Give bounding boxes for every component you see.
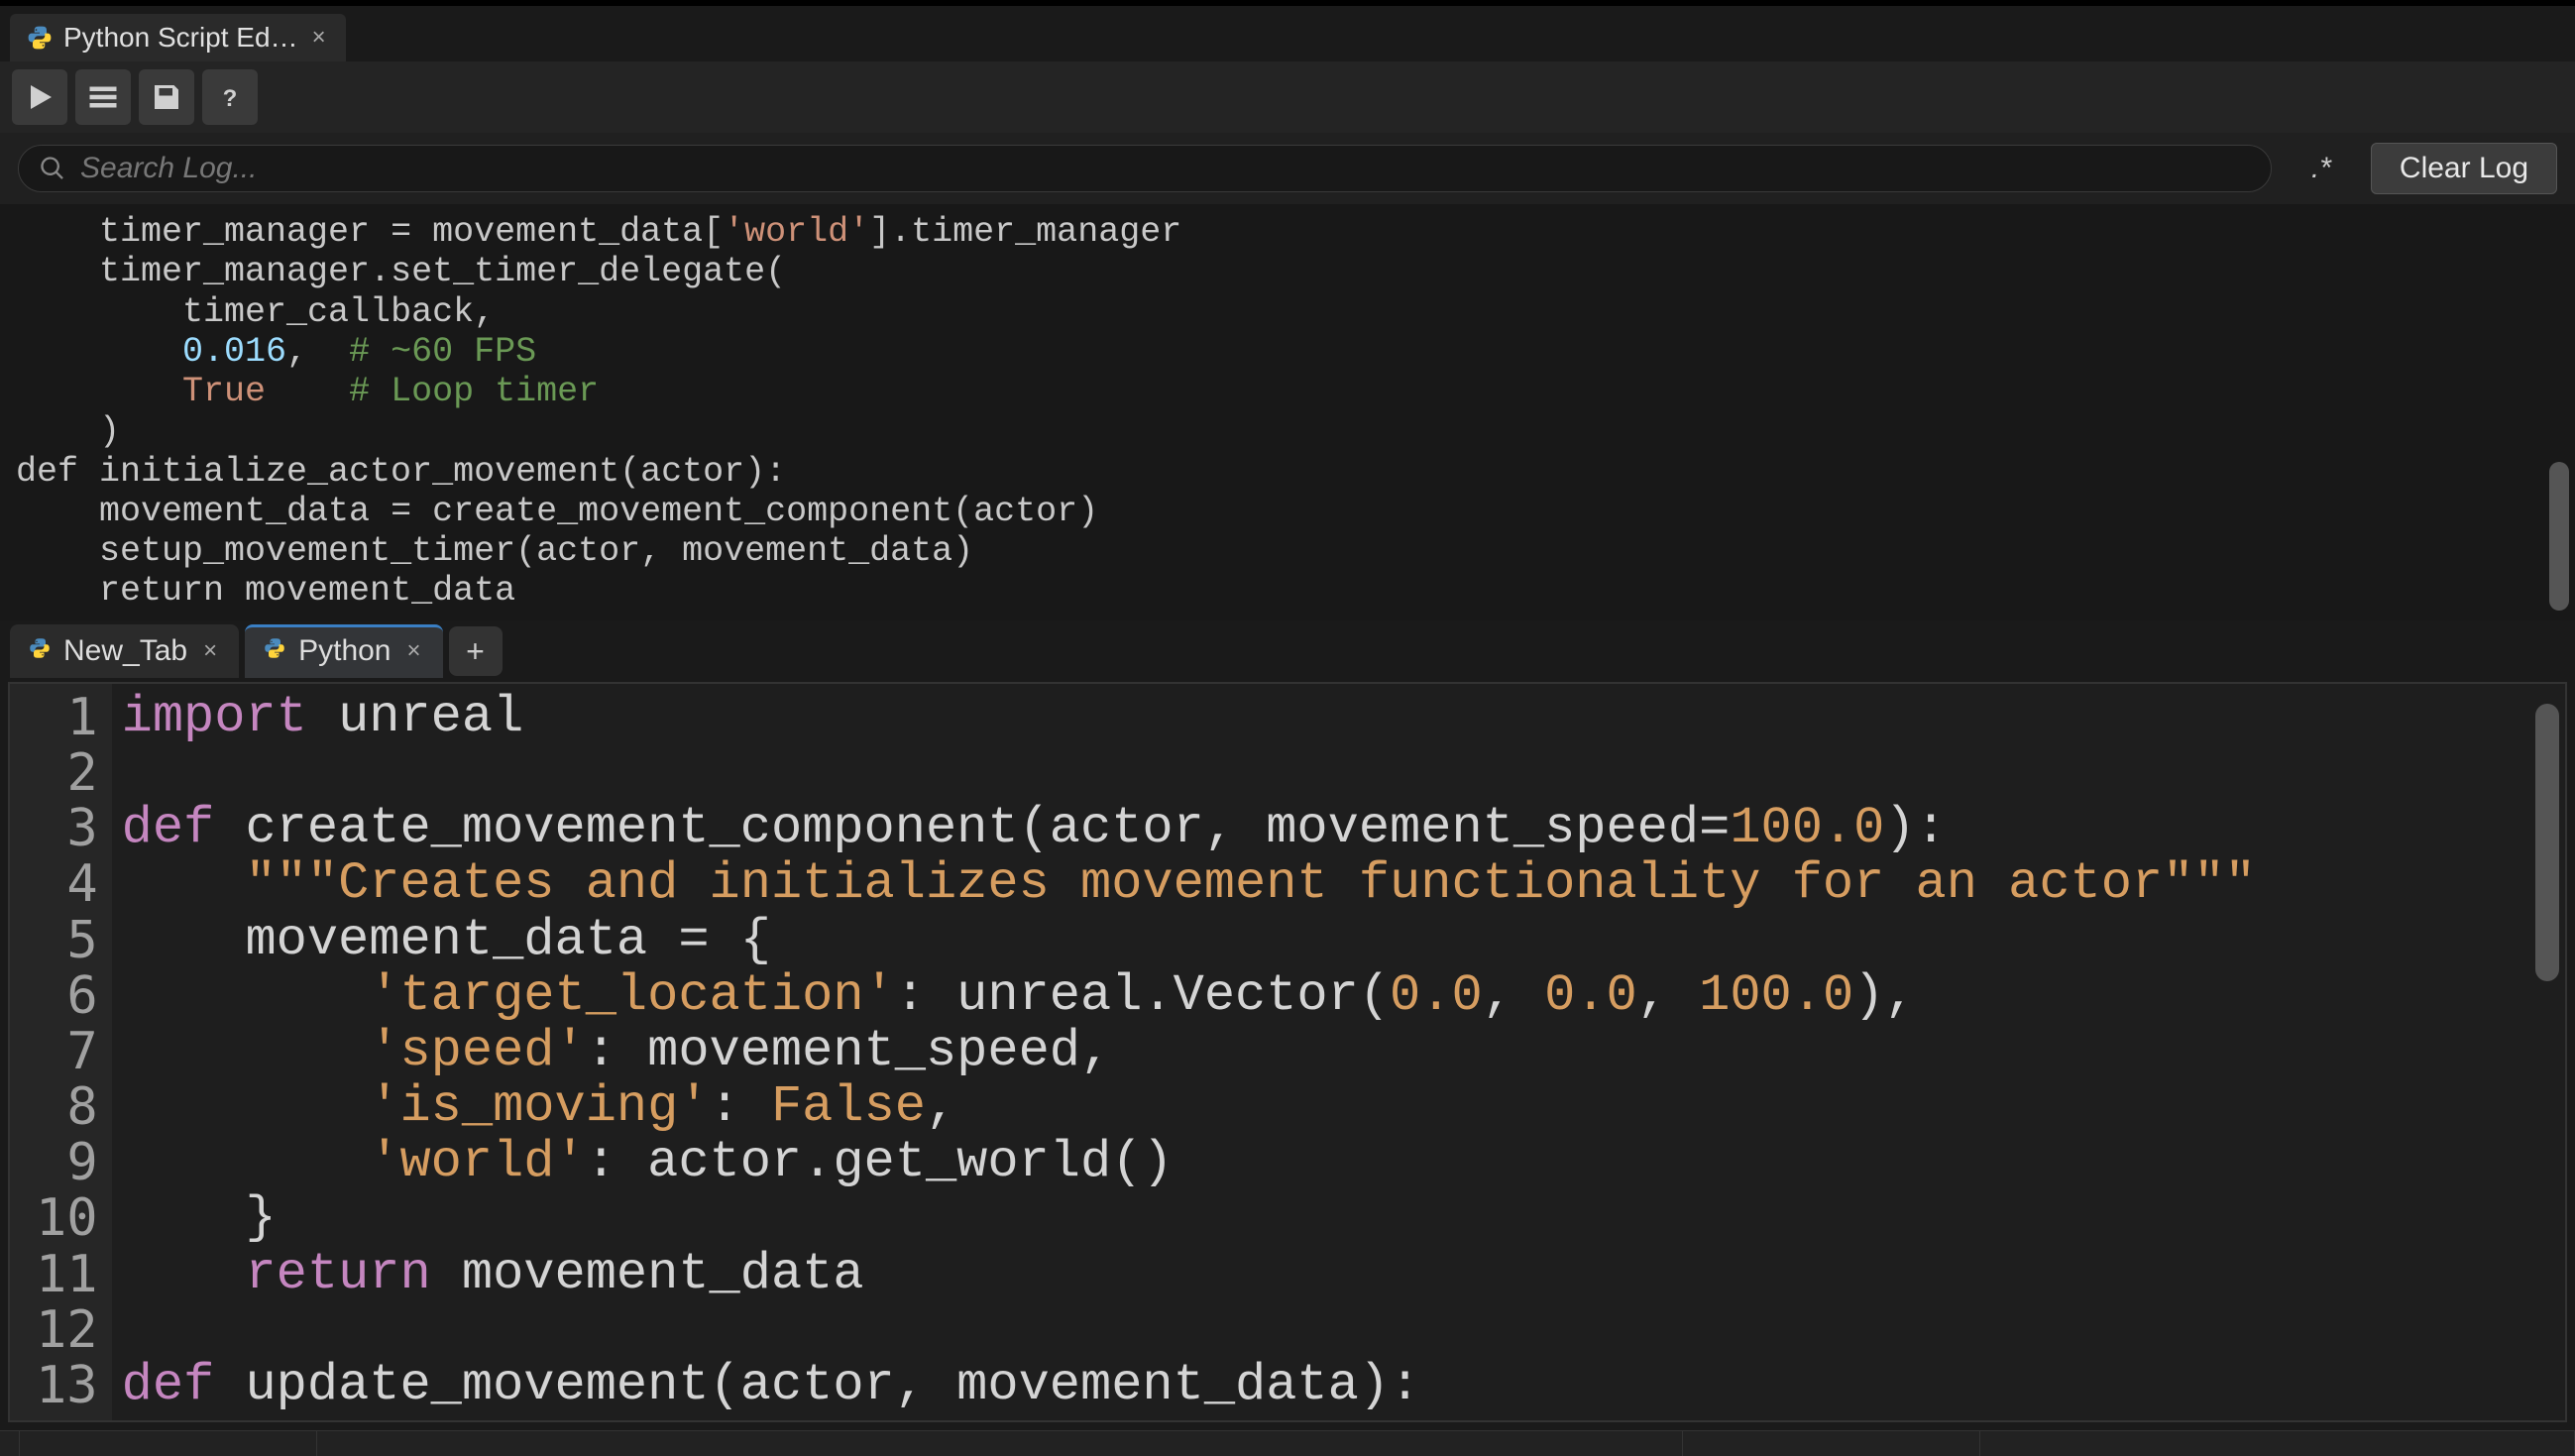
tab-label: New_Tab bbox=[63, 634, 187, 668]
python-icon bbox=[28, 634, 52, 668]
add-tab-button[interactable]: + bbox=[449, 626, 503, 676]
list-button[interactable] bbox=[75, 69, 131, 125]
save-icon bbox=[149, 79, 184, 115]
code-editor[interactable]: 12345678910111213 import unreal def crea… bbox=[8, 682, 2567, 1422]
python-icon bbox=[263, 634, 286, 668]
search-wrap[interactable] bbox=[18, 145, 2272, 192]
line-gutter: 12345678910111213 bbox=[10, 684, 112, 1420]
toolbar: ? bbox=[0, 61, 2575, 133]
tab-label: Python bbox=[298, 634, 391, 668]
editor-tab-python[interactable]: Python × bbox=[245, 624, 442, 678]
close-icon[interactable]: × bbox=[403, 637, 425, 665]
regex-toggle[interactable]: .* bbox=[2292, 152, 2351, 185]
status-cell bbox=[20, 1431, 317, 1456]
svg-text:?: ? bbox=[223, 85, 238, 112]
help-button[interactable]: ? bbox=[202, 69, 258, 125]
code-content[interactable]: import unreal def create_movement_compon… bbox=[112, 684, 2565, 1420]
search-row: .* Clear Log bbox=[0, 133, 2575, 204]
status-cell bbox=[1683, 1431, 1980, 1456]
title-tab-label: Python Script Ed… bbox=[63, 22, 298, 54]
log-scrollbar[interactable] bbox=[2549, 462, 2569, 611]
log-content: timer_manager = movement_data['world'].t… bbox=[0, 204, 2575, 619]
clear-log-button[interactable]: Clear Log bbox=[2371, 143, 2557, 194]
title-tab-bar: Python Script Ed… × bbox=[0, 0, 2575, 61]
log-area[interactable]: timer_manager = movement_data['world'].t… bbox=[0, 204, 2575, 620]
close-icon[interactable]: × bbox=[308, 24, 330, 52]
search-input[interactable] bbox=[80, 152, 2251, 185]
status-cell bbox=[0, 1431, 20, 1456]
python-script-editor-window: Python Script Ed… × ? .* Clear Log timer… bbox=[0, 0, 2575, 1456]
status-cell bbox=[317, 1431, 1683, 1456]
editor-tab-new_tab[interactable]: New_Tab × bbox=[10, 624, 239, 678]
run-button[interactable] bbox=[12, 69, 67, 125]
play-icon bbox=[22, 79, 57, 115]
python-icon bbox=[26, 24, 54, 52]
editor-tab-bar: New_Tab × Python × + bbox=[0, 620, 2575, 678]
close-icon[interactable]: × bbox=[199, 637, 221, 665]
save-button[interactable] bbox=[139, 69, 194, 125]
status-cell bbox=[1980, 1431, 2575, 1456]
status-bar bbox=[0, 1430, 2575, 1456]
editor-scrollbar[interactable] bbox=[2535, 704, 2559, 981]
title-tab[interactable]: Python Script Ed… × bbox=[10, 14, 346, 61]
search-icon bbox=[39, 155, 66, 182]
help-icon: ? bbox=[212, 79, 248, 115]
list-icon bbox=[85, 79, 121, 115]
